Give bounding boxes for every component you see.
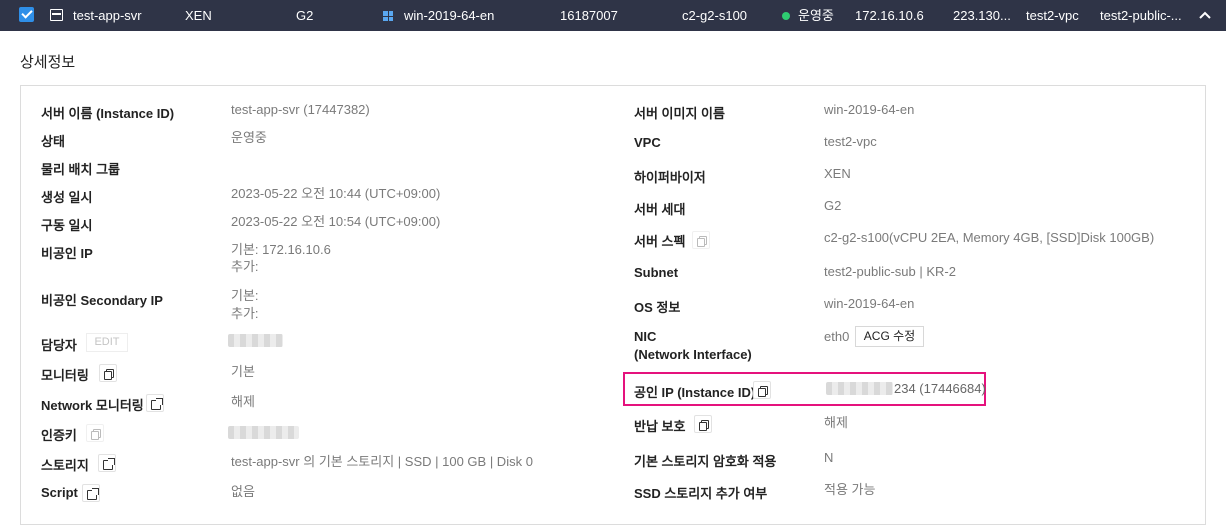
public-ip-redacted [826, 382, 893, 395]
status-dot-icon [782, 12, 790, 20]
external-link-icon[interactable] [98, 454, 116, 472]
ssd-add-label: SSD 스토리지 추가 여부 [634, 486, 768, 501]
server-name-label: 서버 이름 (Instance ID) [41, 106, 175, 121]
detail-panel [20, 85, 1206, 525]
server-summary-row[interactable]: test-app-svr XEN G2 win-2019-64-en 16187… [0, 0, 1226, 31]
secondary-ip-label: 비공인 Secondary IP [41, 293, 163, 308]
hypervisor-value: XEN [824, 166, 851, 181]
network-monitoring-value: 해제 [231, 394, 255, 409]
vpc-value: test2-vpc [824, 134, 877, 149]
started-value: 2023-05-22 오전 10:54 (UTC+09:00) [231, 214, 441, 229]
subnet-label: Subnet [634, 265, 679, 280]
row-private-ip: 172.16.10.6 [855, 8, 924, 23]
row-status: 운영중 [798, 8, 834, 23]
owner-edit-button[interactable]: EDIT [86, 333, 128, 352]
os-value: win-2019-64-en [824, 296, 915, 311]
secondary-ip-default: 기본: [231, 288, 259, 303]
external-link-icon[interactable] [82, 484, 100, 502]
row-hypervisor: XEN [185, 8, 212, 23]
os-label: OS 정보 [634, 300, 681, 315]
monitoring-value: 기본 [231, 364, 255, 379]
private-ip-label: 비공인 IP [41, 246, 93, 261]
section-title: 상세정보 [20, 54, 76, 71]
created-value: 2023-05-22 오전 10:44 (UTC+09:00) [231, 186, 441, 201]
status-value: 운영중 [231, 130, 267, 145]
auth-key-label: 인증키 [41, 428, 77, 443]
script-value: 없음 [231, 484, 255, 499]
subnet-value: test2-public-sub | KR-2 [824, 264, 956, 279]
windows-icon [383, 11, 393, 21]
placement-group-label: 물리 배치 그룹 [41, 162, 120, 177]
script-label: Script [41, 485, 78, 500]
chevron-up-icon[interactable] [1197, 7, 1213, 23]
acg-edit-button[interactable]: ACG 수정 [855, 326, 924, 347]
owner-label: 담당자 [41, 338, 77, 353]
row-subnet: test2-public-... [1100, 8, 1182, 23]
row-generation: G2 [296, 8, 314, 23]
row-vpc: test2-vpc [1026, 8, 1079, 23]
public-ip-value: 234 (17446684) [894, 381, 986, 396]
server-name-value: test-app-svr (17447382) [231, 102, 370, 117]
public-ip-label: 공인 IP (Instance ID) [634, 385, 756, 400]
row-instance-no: 16187007 [560, 8, 618, 23]
secondary-ip-extra: 추가: [231, 306, 259, 321]
encryption-value: N [824, 450, 834, 465]
started-label: 구동 일시 [41, 218, 93, 233]
generation-value: G2 [824, 198, 842, 213]
private-ip-default: 기본: 172.16.10.6 [231, 242, 331, 257]
row-server-name: test-app-svr [73, 8, 142, 23]
generation-label: 서버 세대 [634, 202, 686, 217]
nic-label: NIC [634, 329, 657, 344]
nic-label-sub: (Network Interface) [634, 347, 752, 362]
spec-label: 서버 스펙 [634, 234, 686, 249]
row-image: win-2019-64-en [404, 8, 495, 23]
auth-key-value-redacted [228, 426, 299, 439]
row-public-ip: 223.130... [953, 8, 1011, 23]
encryption-label: 기본 스토리지 암호화 적용 [634, 454, 777, 469]
checkbox-checked-icon[interactable] [19, 7, 34, 22]
private-ip-extra: 추가: [231, 259, 259, 274]
copy-icon[interactable] [753, 381, 771, 399]
storage-label: 스토리지 [41, 458, 89, 473]
spec-value: c2-g2-s100(vCPU 2EA, Memory 4GB, [SSD]Di… [824, 230, 1155, 245]
copy-icon[interactable] [694, 415, 712, 433]
hypervisor-label: 하이퍼바이저 [634, 170, 706, 185]
owner-value-redacted [228, 334, 283, 347]
vpc-label: VPC [634, 135, 661, 150]
copy-icon[interactable] [99, 364, 117, 382]
nic-value: eth0 [824, 329, 850, 344]
ssd-add-value: 적용 가능 [824, 482, 876, 497]
return-protect-label: 반납 보호 [634, 419, 686, 434]
server-icon [50, 9, 63, 21]
status-label: 상태 [41, 134, 65, 149]
return-protect-value: 해제 [824, 415, 848, 430]
image-label: 서버 이미지 이름 [634, 106, 725, 121]
row-spec: c2-g2-s100 [682, 8, 748, 23]
created-label: 생성 일시 [41, 190, 93, 205]
image-value: win-2019-64-en [824, 102, 915, 117]
monitoring-label: 모니터링 [41, 368, 89, 383]
network-monitoring-label: Network 모니터링 [41, 398, 144, 413]
copy-icon[interactable] [692, 231, 710, 249]
copy-icon[interactable] [86, 424, 104, 442]
external-link-icon[interactable] [146, 394, 164, 412]
storage-value: test-app-svr 의 기본 스토리지 | SSD | 100 GB | … [231, 454, 533, 469]
